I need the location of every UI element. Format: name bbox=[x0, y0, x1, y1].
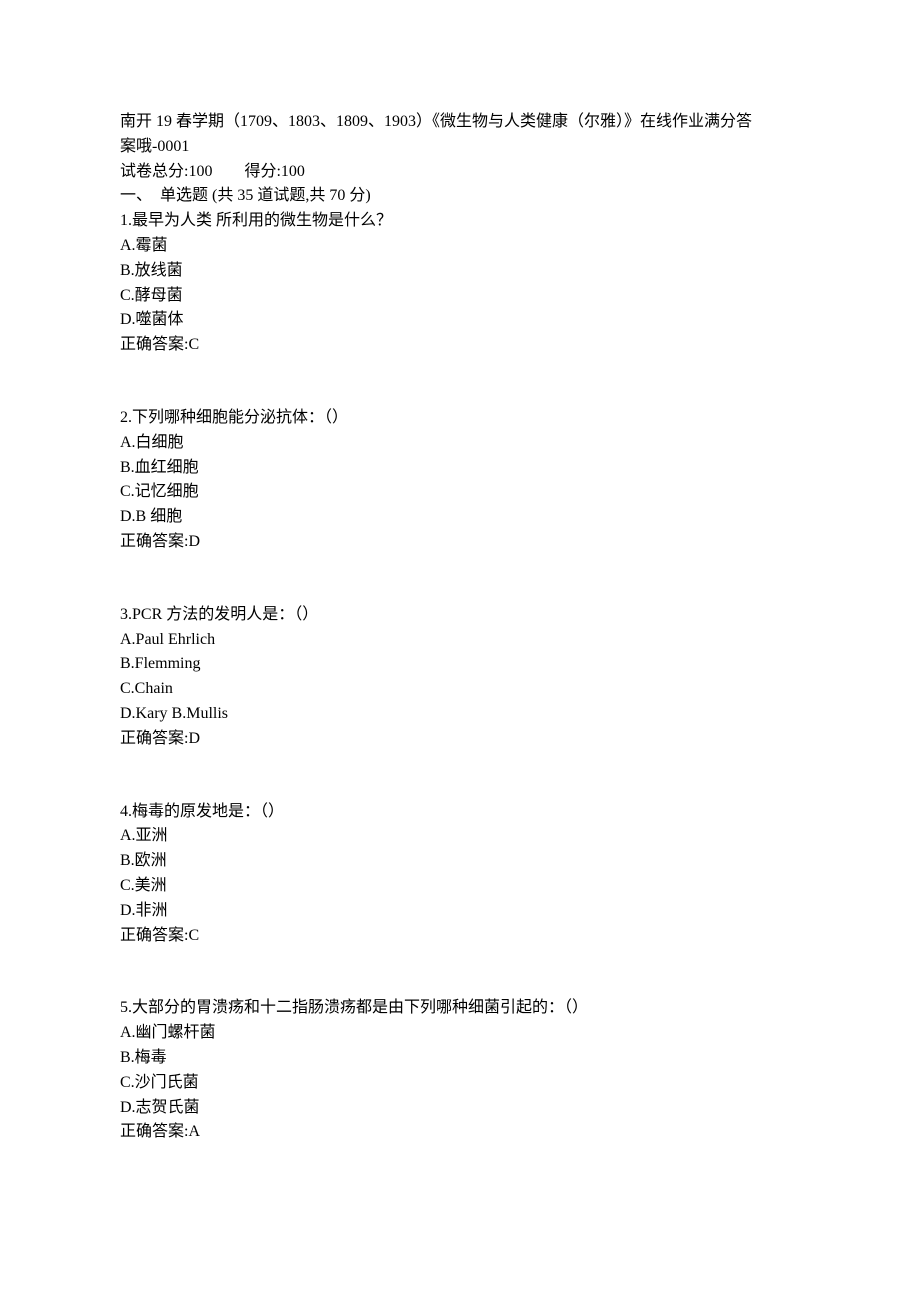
option-a: A.Paul Ehrlich bbox=[120, 628, 800, 653]
question-4: 4.梅毒的原发地是：（） A.亚洲 B.欧洲 C.美洲 D.非洲 正确答案:C bbox=[120, 800, 800, 949]
correct-answer: 正确答案:A bbox=[120, 1120, 800, 1145]
option-a: A.白细胞 bbox=[120, 431, 800, 456]
question-1: 1.最早为人类 所利用的微生物是什么？ A.霉菌 B.放线菌 C.酵母菌 D.噬… bbox=[120, 209, 800, 358]
question-3: 3.PCR 方法的发明人是：（） A.Paul Ehrlich B.Flemmi… bbox=[120, 603, 800, 752]
section-header: 一、 单选题 (共 35 道试题,共 70 分) bbox=[120, 184, 800, 209]
option-d: D.非洲 bbox=[120, 899, 800, 924]
title-line-1: 南开 19 春学期（1709、1803、1809、1903）《微生物与人类健康（… bbox=[120, 110, 800, 135]
option-c: C.美洲 bbox=[120, 874, 800, 899]
correct-answer: 正确答案:D bbox=[120, 530, 800, 555]
question-stem: 2.下列哪种细胞能分泌抗体：（） bbox=[120, 406, 800, 431]
option-c: C.酵母菌 bbox=[120, 284, 800, 309]
score-line: 试卷总分:100 得分:100 bbox=[120, 160, 800, 185]
option-d: D.噬菌体 bbox=[120, 308, 800, 333]
option-b: B.欧洲 bbox=[120, 849, 800, 874]
option-b: B.Flemming bbox=[120, 652, 800, 677]
question-2: 2.下列哪种细胞能分泌抗体：（） A.白细胞 B.血红细胞 C.记忆细胞 D.B… bbox=[120, 406, 800, 555]
option-a: A.幽门螺杆菌 bbox=[120, 1021, 800, 1046]
option-c: C.沙门氏菌 bbox=[120, 1071, 800, 1096]
option-c: C.Chain bbox=[120, 677, 800, 702]
option-d: D.B 细胞 bbox=[120, 505, 800, 530]
question-5: 5.大部分的胃溃疡和十二指肠溃疡都是由下列哪种细菌引起的：（） A.幽门螺杆菌 … bbox=[120, 996, 800, 1145]
option-c: C.记忆细胞 bbox=[120, 480, 800, 505]
correct-answer: 正确答案:C bbox=[120, 924, 800, 949]
correct-answer: 正确答案:C bbox=[120, 333, 800, 358]
question-stem: 1.最早为人类 所利用的微生物是什么？ bbox=[120, 209, 800, 234]
document-page: 南开 19 春学期（1709、1803、1809、1903）《微生物与人类健康（… bbox=[0, 0, 920, 1302]
title-line-2: 案哦-0001 bbox=[120, 135, 800, 160]
option-b: B.放线菌 bbox=[120, 259, 800, 284]
question-stem: 5.大部分的胃溃疡和十二指肠溃疡都是由下列哪种细菌引起的：（） bbox=[120, 996, 800, 1021]
option-d: D.志贺氏菌 bbox=[120, 1096, 800, 1121]
option-a: A.亚洲 bbox=[120, 824, 800, 849]
question-stem: 3.PCR 方法的发明人是：（） bbox=[120, 603, 800, 628]
question-stem: 4.梅毒的原发地是：（） bbox=[120, 800, 800, 825]
option-b: B.血红细胞 bbox=[120, 456, 800, 481]
option-a: A.霉菌 bbox=[120, 234, 800, 259]
option-b: B.梅毒 bbox=[120, 1046, 800, 1071]
option-d: D.Kary B.Mullis bbox=[120, 702, 800, 727]
correct-answer: 正确答案:D bbox=[120, 727, 800, 752]
